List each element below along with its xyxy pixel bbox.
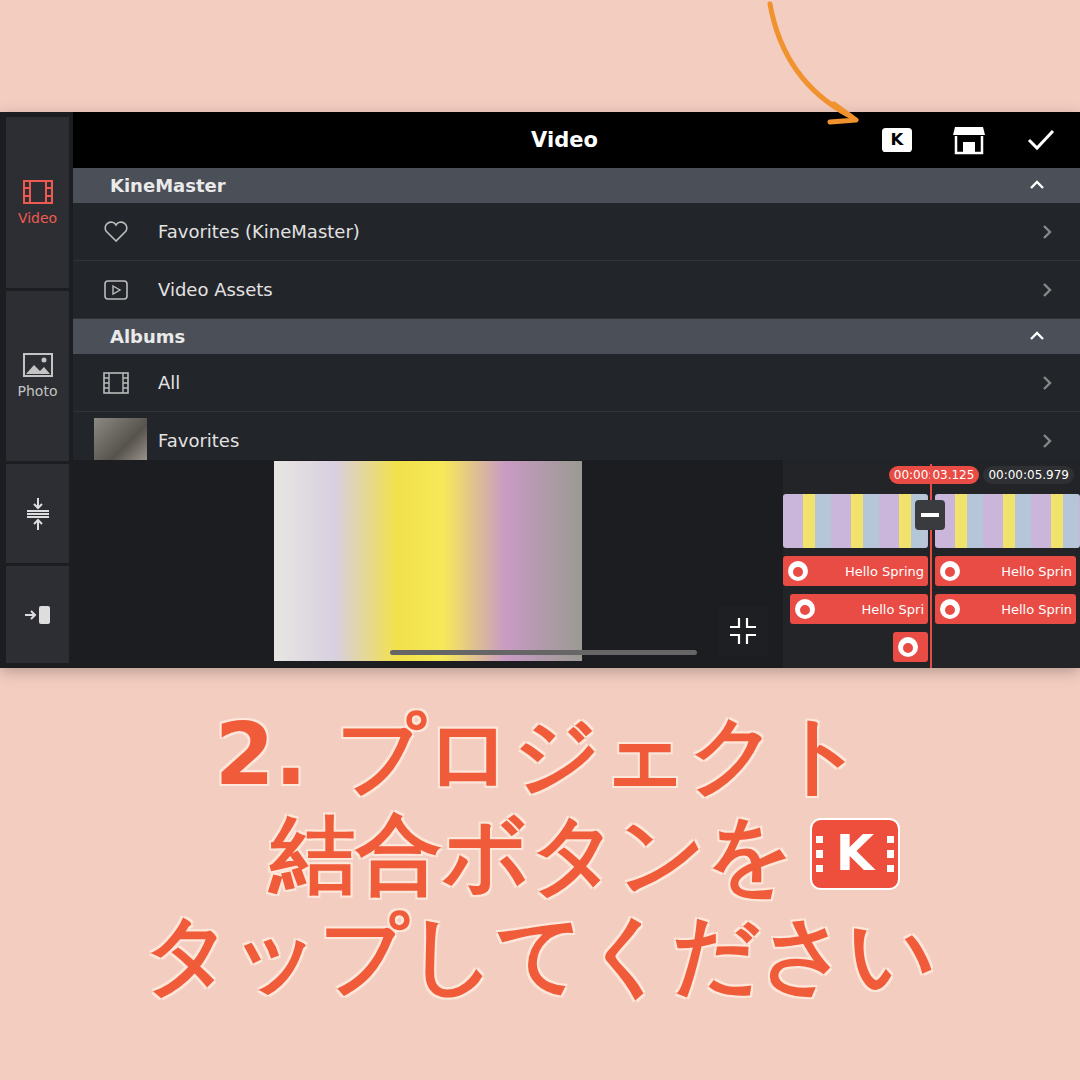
caption: 2. プロジェクト結合ボタンをKタップしてください (0, 668, 1080, 1080)
shrink-icon (728, 616, 758, 646)
sidebar-tab-label: Video (18, 210, 57, 226)
asset-store-icon (952, 125, 986, 155)
perforation (908, 134, 910, 136)
sticker-clip[interactable]: Hello Spri (790, 594, 928, 624)
album-thumbnail (94, 418, 147, 461)
preview-area (73, 460, 783, 668)
chevron-right-icon (1038, 374, 1056, 392)
perforation (816, 836, 823, 843)
section-header[interactable]: KineMaster (73, 168, 1080, 203)
timeline: 00:00:03.12500:00:05.979 Hello Spring Hell… (783, 460, 1080, 668)
scroll-bar[interactable] (390, 650, 697, 655)
chevron-right-icon (1038, 281, 1056, 299)
collapse-chevron-icon (1028, 328, 1046, 346)
tutorial-slide: Video Photo Video K KineMaster Favorites (Kin… (0, 0, 1080, 1080)
chevron-right-icon (1038, 432, 1056, 450)
header-bar: Video K (73, 112, 1080, 168)
clip-label: Hello Sprin (967, 602, 1072, 617)
pointer-arrow-icon (740, 0, 880, 130)
sidebar-tab-label: Photo (18, 383, 58, 399)
media-browser: Video K KineMaster Favorites (KineMaster) Vi… (73, 112, 1080, 460)
confirm-check-icon (1026, 128, 1056, 152)
clip-label: Hello Sprin (967, 564, 1072, 579)
video-icon (23, 180, 53, 204)
perforation (908, 139, 910, 141)
caption-line: タップしてください (144, 904, 936, 1004)
album-label: Video Assets (158, 279, 1038, 300)
perforation (908, 144, 910, 146)
kinemaster-logo-icon: K (810, 818, 900, 890)
sidebar-tab[interactable]: Video (6, 117, 69, 288)
perforation (887, 850, 894, 857)
end-time: 00:00:05.979 (983, 466, 1074, 484)
header-title: Video (531, 128, 598, 152)
sticker-clip[interactable]: Hello Sprin (935, 594, 1076, 624)
album-label: Favorites (158, 430, 1038, 451)
album-row[interactable]: Favorites (73, 412, 1080, 460)
sticker-icon (794, 598, 816, 620)
photo-icon (23, 353, 53, 377)
clip-label: Hello Spring (815, 564, 924, 579)
sticker-icon (787, 560, 809, 582)
video-clip[interactable] (783, 494, 928, 548)
perforation (816, 850, 823, 857)
split-button[interactable] (915, 500, 945, 530)
logo-letter: K (891, 132, 904, 149)
app-screenshot: Video Photo Video K KineMaster Favorites (Kin… (0, 112, 1080, 668)
album-row[interactable]: Video Assets (73, 261, 1080, 319)
perforation (883, 134, 885, 136)
heart-icon (103, 220, 129, 244)
sidebar-tab[interactable]: Photo (6, 291, 69, 461)
album-label: All (158, 372, 1038, 393)
split-icon (921, 512, 939, 518)
merge-project-button-icon[interactable]: K (882, 128, 912, 152)
preview-frame (274, 461, 582, 661)
chevron-right-icon (1038, 223, 1056, 241)
perforation (816, 865, 823, 872)
perforation (887, 865, 894, 872)
sticker-icon (897, 636, 919, 658)
section-header[interactable]: Albums (73, 319, 1080, 354)
film-icon (103, 372, 129, 394)
track-height-button[interactable] (6, 464, 69, 563)
video-asset-icon (104, 280, 128, 300)
sticker-clip[interactable]: Hello Spring (783, 556, 928, 586)
clip-label: Hello Spri (822, 602, 924, 617)
album-label: Favorites (KineMaster) (158, 221, 1038, 242)
caption-line: 結合ボタンをK (180, 804, 900, 904)
sticker-clip[interactable]: Hello Sprin (935, 556, 1076, 586)
exit-button[interactable] (6, 566, 69, 663)
playhead-time: 00:00:03.125 (889, 466, 980, 484)
perforation (883, 144, 885, 146)
enter-icon (23, 603, 53, 627)
logo-letter: K (836, 829, 874, 879)
collapse-chevron-icon (1028, 177, 1046, 195)
section-title: KineMaster (110, 175, 226, 196)
video-clip[interactable] (935, 494, 1080, 548)
perforation (883, 139, 885, 141)
album-row[interactable]: Favorites (KineMaster) (73, 203, 1080, 261)
album-row[interactable]: All (73, 354, 1080, 412)
perforation (887, 836, 894, 843)
section-title: Albums (110, 326, 185, 347)
caption-line: 2. プロジェクト (215, 704, 865, 804)
expand-tracks-icon (25, 497, 51, 531)
playhead[interactable] (930, 464, 932, 668)
sticker-icon (939, 560, 961, 582)
sidebar: Video Photo (6, 112, 69, 668)
sticker-clip[interactable] (893, 632, 928, 662)
sticker-icon (939, 598, 961, 620)
shrink-button[interactable] (718, 606, 768, 656)
